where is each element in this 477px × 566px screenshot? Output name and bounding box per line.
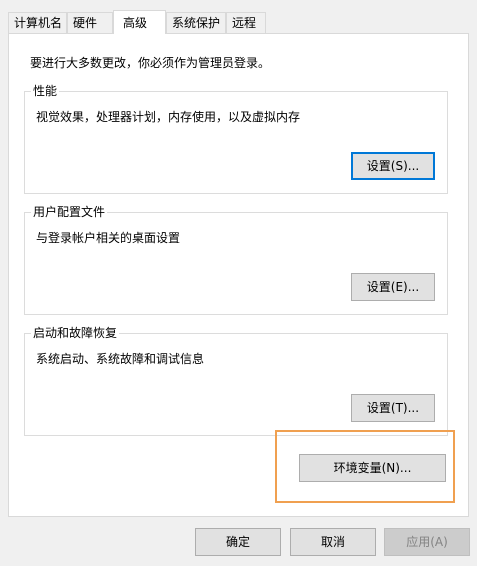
environment-variables-button[interactable]: 环境变量(N)... [299, 454, 446, 482]
advanced-tab-panel: 要进行大多数更改，你必须作为管理员登录。 性能 视觉效果，处理器计划，内存使用，… [8, 33, 469, 517]
tab-label: 远程 [232, 16, 257, 30]
user-profiles-group-title: 用户配置文件 [31, 205, 108, 219]
tab-label: 计算机名 [14, 16, 63, 30]
tab-label: 系统保护 [172, 16, 221, 30]
admin-required-note: 要进行大多数更改，你必须作为管理员登录。 [30, 56, 271, 70]
tab-hardware[interactable]: 硬件 [67, 12, 113, 33]
startup-recovery-group-title: 启动和故障恢复 [31, 326, 120, 340]
tab-label: 硬件 [73, 16, 98, 30]
user-profiles-group: 用户配置文件 与登录帐户相关的桌面设置 设置(E)... [24, 205, 448, 315]
performance-description: 视觉效果，处理器计划，内存使用，以及虚拟内存 [36, 110, 301, 124]
startup-recovery-group: 启动和故障恢复 系统启动、系统故障和调试信息 设置(T)... [24, 326, 448, 436]
startup-recovery-description: 系统启动、系统故障和调试信息 [36, 352, 205, 366]
performance-group: 性能 视觉效果，处理器计划，内存使用，以及虚拟内存 设置(S)... [24, 84, 448, 194]
user-profiles-description: 与登录帐户相关的桌面设置 [36, 231, 181, 245]
startup-recovery-settings-button[interactable]: 设置(T)... [351, 394, 435, 422]
system-properties-dialog: 计算机名 硬件 高级 系统保护 远程 要进行大多数更改，你必须作为管理员登录。 … [0, 0, 477, 566]
ok-button[interactable]: 确定 [195, 528, 281, 556]
tab-remote[interactable]: 远程 [226, 12, 266, 33]
performance-settings-button[interactable]: 设置(S)... [351, 152, 435, 180]
cancel-button[interactable]: 取消 [290, 528, 376, 556]
tab-computer-name[interactable]: 计算机名 [8, 12, 67, 33]
tab-label: 高级 [123, 16, 148, 30]
performance-group-title: 性能 [31, 84, 60, 98]
tab-advanced[interactable]: 高级 [113, 10, 166, 34]
user-profiles-settings-button[interactable]: 设置(E)... [351, 273, 435, 301]
apply-button[interactable]: 应用(A) [384, 528, 470, 556]
tab-system-protection[interactable]: 系统保护 [166, 12, 226, 33]
